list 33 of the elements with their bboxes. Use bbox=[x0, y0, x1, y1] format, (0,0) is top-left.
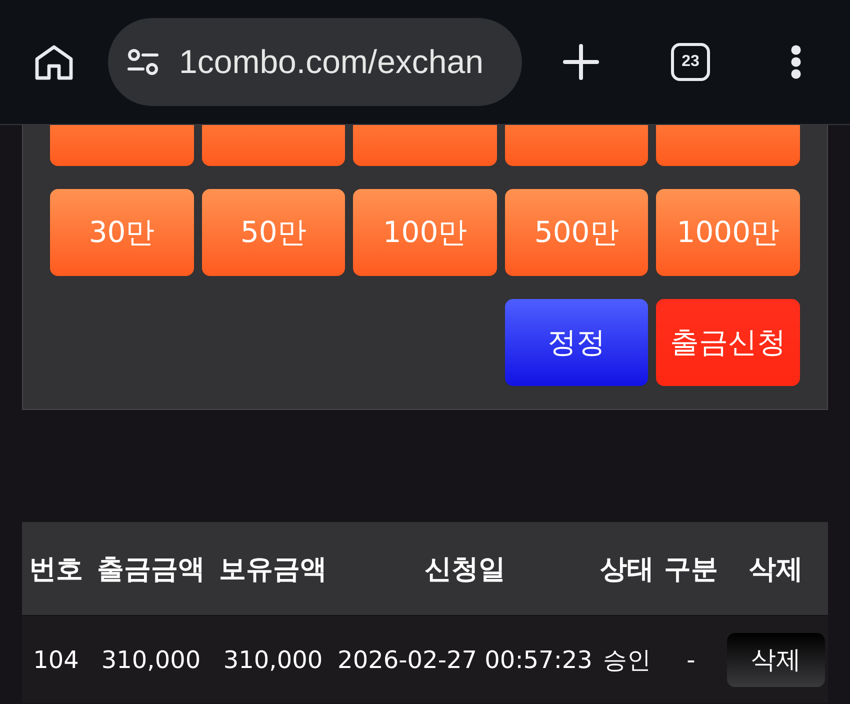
menu-icon[interactable] bbox=[791, 45, 801, 79]
column-header: 구분 bbox=[664, 552, 718, 586]
delete-button[interactable]: 삭제 bbox=[727, 632, 825, 686]
amount-button[interactable] bbox=[504, 125, 648, 166]
amount-button[interactable] bbox=[50, 125, 194, 166]
plus-icon[interactable] bbox=[563, 44, 599, 80]
correct-button[interactable]: 정정 bbox=[504, 299, 648, 386]
amount-button[interactable]: 1000만 bbox=[656, 189, 800, 276]
amount-button[interactable] bbox=[353, 125, 497, 166]
column-header: 삭제 bbox=[749, 552, 803, 586]
home-icon[interactable] bbox=[35, 44, 73, 80]
table-cell-text: 승인 bbox=[603, 644, 651, 676]
tab-count-button[interactable]: 23 bbox=[671, 43, 710, 81]
amount-button[interactable]: 30만 bbox=[50, 189, 194, 276]
table-cell: 310,000 bbox=[101, 646, 201, 674]
table-cell: 104 bbox=[33, 646, 79, 674]
column-header: 출금금액 bbox=[97, 552, 205, 586]
amount-button[interactable]: 500만 bbox=[504, 189, 648, 276]
tune-icon bbox=[127, 49, 159, 75]
address-bar[interactable]: 1combo.com/exchan bbox=[108, 18, 522, 106]
table-cell: 2026-02-27 00:57:23 bbox=[338, 646, 592, 674]
amount-button[interactable] bbox=[202, 125, 346, 166]
column-header: 상태 bbox=[600, 552, 654, 586]
amount-button[interactable] bbox=[656, 125, 800, 166]
table-cell: 310,000 bbox=[223, 646, 323, 674]
amount-button[interactable]: 50만 bbox=[202, 189, 346, 276]
url-text: 1combo.com/exchan bbox=[179, 43, 484, 81]
column-header: 신청일 bbox=[424, 552, 506, 586]
table-cell: - bbox=[686, 646, 696, 674]
withdraw-request-button[interactable]: 출금신청 bbox=[656, 299, 800, 386]
column-header: 보유금액 bbox=[219, 552, 327, 586]
column-header: 번호 bbox=[29, 552, 83, 586]
amount-button[interactable]: 100만 bbox=[353, 189, 497, 276]
